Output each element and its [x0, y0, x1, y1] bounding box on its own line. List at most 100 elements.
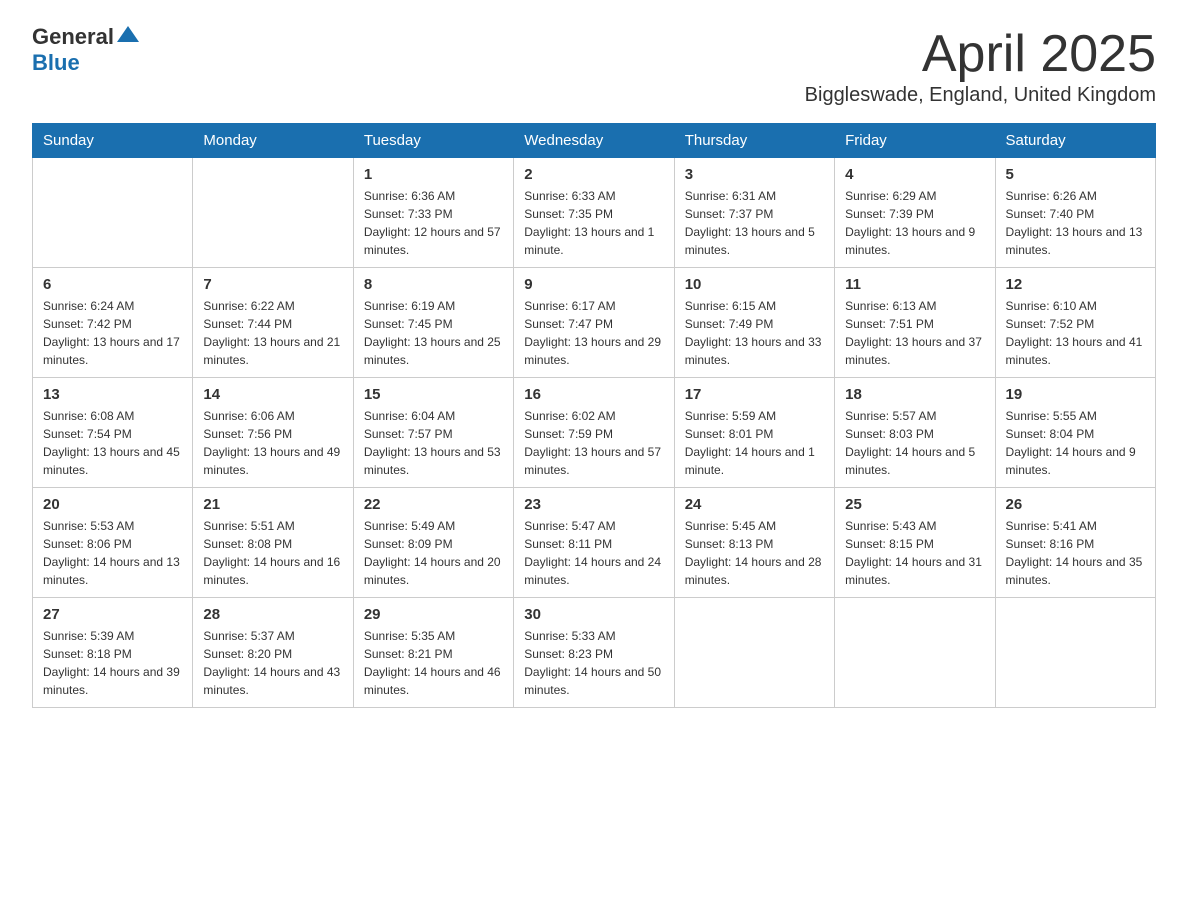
day-detail: Sunrise: 6:24 AMSunset: 7:42 PMDaylight:…: [43, 297, 182, 369]
day-number: 26: [1006, 496, 1145, 513]
calendar-week-row: 6 Sunrise: 6:24 AMSunset: 7:42 PMDaylight…: [33, 268, 1156, 378]
day-number: 13: [43, 386, 182, 403]
day-detail: Sunrise: 5:41 AMSunset: 8:16 PMDaylight:…: [1006, 517, 1145, 589]
table-row: 5 Sunrise: 6:26 AMSunset: 7:40 PMDaylight…: [995, 158, 1155, 268]
day-detail: Sunrise: 6:29 AMSunset: 7:39 PMDaylight:…: [845, 187, 984, 259]
day-number: 6: [43, 276, 182, 293]
table-row: 21 Sunrise: 5:51 AMSunset: 8:08 PMDayligh…: [193, 488, 353, 598]
table-row: 4 Sunrise: 6:29 AMSunset: 7:39 PMDaylight…: [835, 158, 995, 268]
day-number: 18: [845, 386, 984, 403]
day-number: 9: [524, 276, 663, 293]
table-row: 10 Sunrise: 6:15 AMSunset: 7:49 PMDayligh…: [674, 268, 834, 378]
table-row: 12 Sunrise: 6:10 AMSunset: 7:52 PMDayligh…: [995, 268, 1155, 378]
day-number: 12: [1006, 276, 1145, 293]
day-number: 27: [43, 606, 182, 623]
table-row: 17 Sunrise: 5:59 AMSunset: 8:01 PMDayligh…: [674, 378, 834, 488]
table-row: 24 Sunrise: 5:45 AMSunset: 8:13 PMDayligh…: [674, 488, 834, 598]
day-number: 8: [364, 276, 503, 293]
month-title: April 2025: [805, 24, 1156, 84]
table-row: 18 Sunrise: 5:57 AMSunset: 8:03 PMDayligh…: [835, 378, 995, 488]
table-row: 9 Sunrise: 6:17 AMSunset: 7:47 PMDaylight…: [514, 268, 674, 378]
day-detail: Sunrise: 5:51 AMSunset: 8:08 PMDaylight:…: [203, 517, 342, 589]
day-number: 29: [364, 606, 503, 623]
day-detail: Sunrise: 6:13 AMSunset: 7:51 PMDaylight:…: [845, 297, 984, 369]
day-detail: Sunrise: 6:26 AMSunset: 7:40 PMDaylight:…: [1006, 187, 1145, 259]
day-number: 20: [43, 496, 182, 513]
table-row: 16 Sunrise: 6:02 AMSunset: 7:59 PMDayligh…: [514, 378, 674, 488]
table-row: [835, 598, 995, 708]
table-row: 6 Sunrise: 6:24 AMSunset: 7:42 PMDaylight…: [33, 268, 193, 378]
table-row: 7 Sunrise: 6:22 AMSunset: 7:44 PMDaylight…: [193, 268, 353, 378]
table-row: 28 Sunrise: 5:37 AMSunset: 8:20 PMDayligh…: [193, 598, 353, 708]
calendar-table: Sunday Monday Tuesday Wednesday Thursday…: [32, 123, 1156, 708]
day-detail: Sunrise: 5:57 AMSunset: 8:03 PMDaylight:…: [845, 407, 984, 479]
day-detail: Sunrise: 6:22 AMSunset: 7:44 PMDaylight:…: [203, 297, 342, 369]
table-row: 22 Sunrise: 5:49 AMSunset: 8:09 PMDayligh…: [353, 488, 513, 598]
table-row: [674, 598, 834, 708]
table-row: 3Sunrise: 6:31 AMSunset: 7:37 PMDaylight…: [674, 158, 834, 268]
day-detail: Sunrise: 5:43 AMSunset: 8:15 PMDaylight:…: [845, 517, 984, 589]
header-tuesday: Tuesday: [353, 124, 513, 158]
day-detail: Sunrise: 5:53 AMSunset: 8:06 PMDaylight:…: [43, 517, 182, 589]
day-detail: Sunrise: 5:45 AMSunset: 8:13 PMDaylight:…: [685, 517, 824, 589]
page-header: General Blue April 2025 Biggleswade, Eng…: [32, 24, 1156, 107]
day-number: 17: [685, 386, 824, 403]
day-detail: Sunrise: 5:59 AMSunset: 8:01 PMDaylight:…: [685, 407, 824, 479]
table-row: 25 Sunrise: 5:43 AMSunset: 8:15 PMDayligh…: [835, 488, 995, 598]
header-sunday: Sunday: [33, 124, 193, 158]
day-detail: Sunrise: 6:02 AMSunset: 7:59 PMDaylight:…: [524, 407, 663, 479]
logo-triangle-icon: [117, 24, 139, 44]
table-row: 19 Sunrise: 5:55 AMSunset: 8:04 PMDayligh…: [995, 378, 1155, 488]
table-row: 30 Sunrise: 5:33 AMSunset: 8:23 PMDayligh…: [514, 598, 674, 708]
day-number: 11: [845, 276, 984, 293]
day-number: 25: [845, 496, 984, 513]
table-row: 27Sunrise: 5:39 AMSunset: 8:18 PMDayligh…: [33, 598, 193, 708]
header-saturday: Saturday: [995, 124, 1155, 158]
table-row: 26 Sunrise: 5:41 AMSunset: 8:16 PMDayligh…: [995, 488, 1155, 598]
calendar-week-row: 13 Sunrise: 6:08 AMSunset: 7:54 PMDayligh…: [33, 378, 1156, 488]
day-number: 24: [685, 496, 824, 513]
day-number: 21: [203, 496, 342, 513]
table-row: [33, 158, 193, 268]
day-number: 7: [203, 276, 342, 293]
table-row: 11 Sunrise: 6:13 AMSunset: 7:51 PMDayligh…: [835, 268, 995, 378]
table-row: 13 Sunrise: 6:08 AMSunset: 7:54 PMDayligh…: [33, 378, 193, 488]
day-detail: Sunrise: 6:04 AMSunset: 7:57 PMDaylight:…: [364, 407, 503, 479]
day-number: 1: [364, 166, 503, 183]
logo: General Blue: [32, 24, 139, 76]
header-thursday: Thursday: [674, 124, 834, 158]
table-row: 14 Sunrise: 6:06 AMSunset: 7:56 PMDayligh…: [193, 378, 353, 488]
day-number: 15: [364, 386, 503, 403]
calendar-week-row: 27Sunrise: 5:39 AMSunset: 8:18 PMDayligh…: [33, 598, 1156, 708]
day-number: 4: [845, 166, 984, 183]
day-detail: Sunrise: 5:49 AMSunset: 8:09 PMDaylight:…: [364, 517, 503, 589]
day-detail: Sunrise: 6:19 AMSunset: 7:45 PMDaylight:…: [364, 297, 503, 369]
day-number: 10: [685, 276, 824, 293]
day-detail: Sunrise: 6:08 AMSunset: 7:54 PMDaylight:…: [43, 407, 182, 479]
day-number: 14: [203, 386, 342, 403]
day-number: 22: [364, 496, 503, 513]
day-detail: Sunrise: 6:17 AMSunset: 7:47 PMDaylight:…: [524, 297, 663, 369]
header-friday: Friday: [835, 124, 995, 158]
calendar-week-row: 20 Sunrise: 5:53 AMSunset: 8:06 PMDayligh…: [33, 488, 1156, 598]
location-subtitle: Biggleswade, England, United Kingdom: [805, 84, 1156, 107]
table-row: [995, 598, 1155, 708]
calendar-week-row: 1 Sunrise: 6:36 AMSunset: 7:33 PMDaylight…: [33, 158, 1156, 268]
day-detail: Sunrise: 6:06 AMSunset: 7:56 PMDaylight:…: [203, 407, 342, 479]
logo-text-blue: Blue: [32, 50, 80, 76]
day-number: 30: [524, 606, 663, 623]
day-number: 16: [524, 386, 663, 403]
table-row: [193, 158, 353, 268]
day-number: 19: [1006, 386, 1145, 403]
day-detail: Sunrise: 6:10 AMSunset: 7:52 PMDaylight:…: [1006, 297, 1145, 369]
day-detail: Sunrise: 5:55 AMSunset: 8:04 PMDaylight:…: [1006, 407, 1145, 479]
day-detail: Sunrise: 6:31 AMSunset: 7:37 PMDaylight:…: [685, 187, 824, 259]
day-number: 5: [1006, 166, 1145, 183]
day-detail: Sunrise: 5:33 AMSunset: 8:23 PMDaylight:…: [524, 627, 663, 699]
day-detail: Sunrise: 6:36 AMSunset: 7:33 PMDaylight:…: [364, 187, 503, 259]
table-row: 8 Sunrise: 6:19 AMSunset: 7:45 PMDaylight…: [353, 268, 513, 378]
title-area: April 2025 Biggleswade, England, United …: [805, 24, 1156, 107]
day-number: 28: [203, 606, 342, 623]
day-detail: Sunrise: 5:37 AMSunset: 8:20 PMDaylight:…: [203, 627, 342, 699]
day-detail: Sunrise: 6:15 AMSunset: 7:49 PMDaylight:…: [685, 297, 824, 369]
